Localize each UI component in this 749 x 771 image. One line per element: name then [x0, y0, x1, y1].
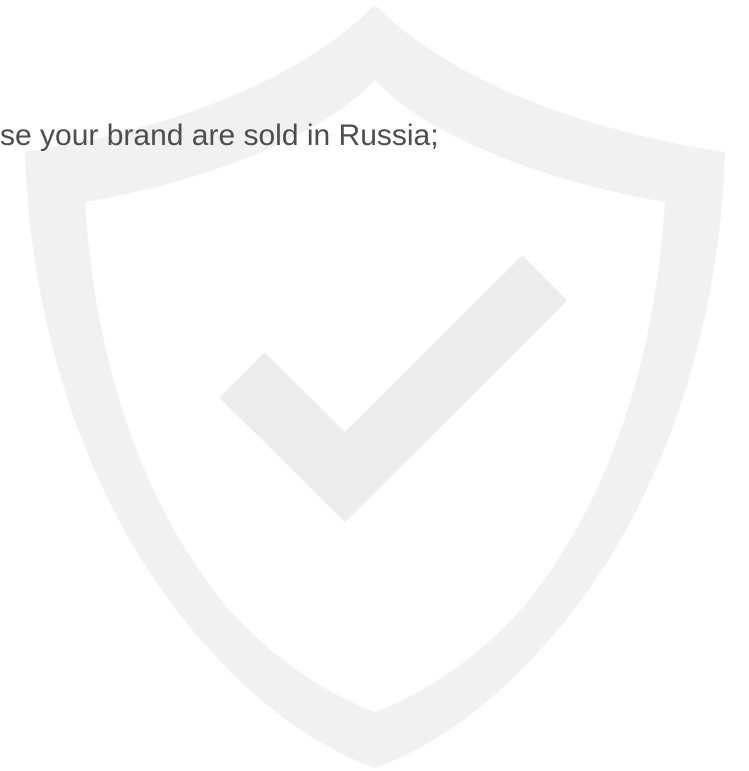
checkmark — [219, 255, 568, 523]
shield-check-icon — [25, 5, 725, 768]
page-canvas: se your brand are sold in Russia; — [0, 0, 749, 771]
body-text-line: se your brand are sold in Russia; — [0, 119, 439, 152]
